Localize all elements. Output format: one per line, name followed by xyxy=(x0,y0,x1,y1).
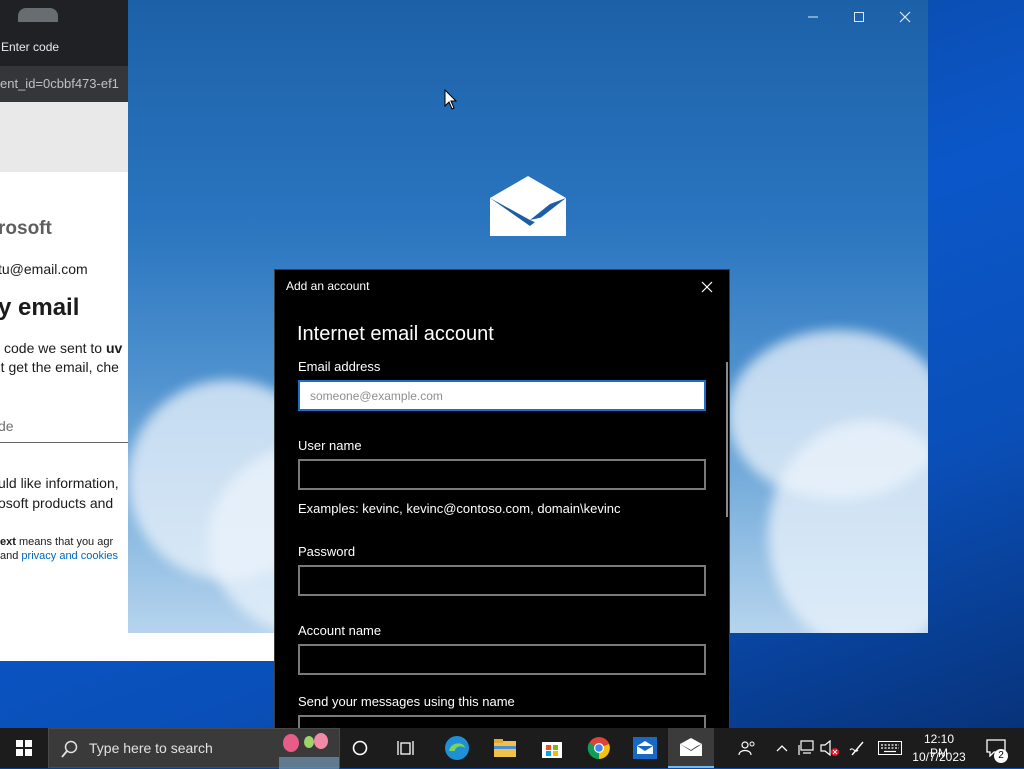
code-input[interactable]: de xyxy=(0,418,14,434)
store-icon xyxy=(542,742,562,758)
people-button[interactable] xyxy=(734,728,760,768)
email-field[interactable] xyxy=(298,380,706,411)
tab-favicon-icon xyxy=(18,8,58,22)
notification-count-badge: 2 xyxy=(994,749,1008,763)
instruction-line-2: 't get the email, che xyxy=(0,359,119,375)
browser-tab-title[interactable]: Enter code xyxy=(1,40,59,54)
add-account-dialog: Add an account Internet email account Em… xyxy=(274,269,730,739)
chevron-up-icon xyxy=(776,745,788,752)
volume-button[interactable] xyxy=(818,728,842,768)
account-email: tu@email.com xyxy=(0,261,88,277)
windows-logo-icon xyxy=(16,740,32,756)
maximize-button[interactable] xyxy=(836,6,882,28)
page-heading: y email xyxy=(0,294,80,321)
mouse-cursor-icon xyxy=(444,89,458,110)
terms-text: means that you agr xyxy=(15,536,114,548)
file-explorer-button[interactable] xyxy=(482,728,528,768)
keyboard-icon xyxy=(878,741,902,755)
account-name-label: Account name xyxy=(298,623,382,638)
password-field[interactable] xyxy=(298,565,706,596)
instruction-text: code we sent to xyxy=(4,340,106,356)
store-button[interactable] xyxy=(529,728,575,768)
task-view-icon xyxy=(397,741,414,755)
chrome-button[interactable] xyxy=(576,728,622,768)
privacy-link[interactable]: privacy and cookies xyxy=(21,550,118,562)
taskbar: Type here to search 12:10 PM 10/7/2023 2 xyxy=(0,728,1024,769)
clock-date[interactable]: 10/7/2023 xyxy=(910,750,968,764)
username-field[interactable] xyxy=(298,459,706,490)
minimize-icon xyxy=(808,16,818,18)
address-bar-text[interactable]: ent_id=0cbbf473-ef1 xyxy=(0,76,119,91)
maximize-icon xyxy=(854,12,864,22)
code-input-underline xyxy=(0,442,128,443)
app-button[interactable] xyxy=(622,728,668,768)
show-hidden-icons-button[interactable] xyxy=(772,728,792,768)
cortana-button[interactable] xyxy=(338,728,382,768)
chrome-icon xyxy=(587,737,610,760)
taskbar-search-box[interactable]: Type here to search xyxy=(48,728,340,769)
search-icon xyxy=(61,740,78,758)
task-view-button[interactable] xyxy=(385,728,429,768)
instruction-line-1: code we sent to uv xyxy=(4,340,122,356)
dialog-scrollbar[interactable] xyxy=(726,362,728,517)
start-button[interactable] xyxy=(0,728,48,768)
username-label: User name xyxy=(298,438,362,453)
edge-icon xyxy=(445,736,469,760)
people-icon xyxy=(738,741,755,756)
touch-keyboard-button[interactable] xyxy=(876,728,904,768)
search-highlight-balloons-icon xyxy=(279,733,339,769)
close-icon xyxy=(701,281,713,293)
dialog-title: Add an account xyxy=(286,279,370,293)
minimize-button[interactable] xyxy=(790,6,836,28)
mail-envelope-icon xyxy=(490,176,566,236)
dialog-close-button[interactable] xyxy=(695,276,719,298)
mail-taskbar-button[interactable] xyxy=(668,728,714,768)
terms-text-2: and xyxy=(0,550,22,562)
action-center-button[interactable] xyxy=(976,728,1016,768)
file-explorer-icon xyxy=(494,739,516,757)
volume-muted-icon xyxy=(820,740,839,756)
brand-logo-text: rosoft xyxy=(0,218,52,239)
close-button[interactable] xyxy=(882,6,928,28)
dialog-heading: Internet email account xyxy=(297,323,494,345)
network-button[interactable] xyxy=(794,728,818,768)
app-icon xyxy=(633,737,657,759)
instruction-email: uv xyxy=(105,340,123,356)
pen-workspace-button[interactable] xyxy=(846,728,870,768)
terms-bold: ext xyxy=(0,536,16,548)
send-name-label: Send your messages using this name xyxy=(298,694,515,709)
info-checkbox-label-1: uld like information, xyxy=(0,475,119,491)
cortana-icon xyxy=(352,740,368,756)
email-label: Email address xyxy=(298,359,381,374)
pen-icon xyxy=(849,741,864,756)
username-hint: Examples: kevinc, kevinc@contoso.com, do… xyxy=(298,501,621,516)
close-icon xyxy=(899,11,911,23)
mail-icon xyxy=(680,738,702,756)
terms-line-2: and privacy and cookies xyxy=(0,550,118,562)
search-placeholder: Type here to search xyxy=(89,740,213,756)
terms-line-1: ext means that you agr xyxy=(0,536,113,548)
info-checkbox-label-2: osoft products and xyxy=(0,495,114,511)
edge-button[interactable] xyxy=(434,728,480,768)
account-name-field[interactable] xyxy=(298,644,706,675)
password-label: Password xyxy=(298,544,356,559)
network-icon xyxy=(798,740,814,755)
